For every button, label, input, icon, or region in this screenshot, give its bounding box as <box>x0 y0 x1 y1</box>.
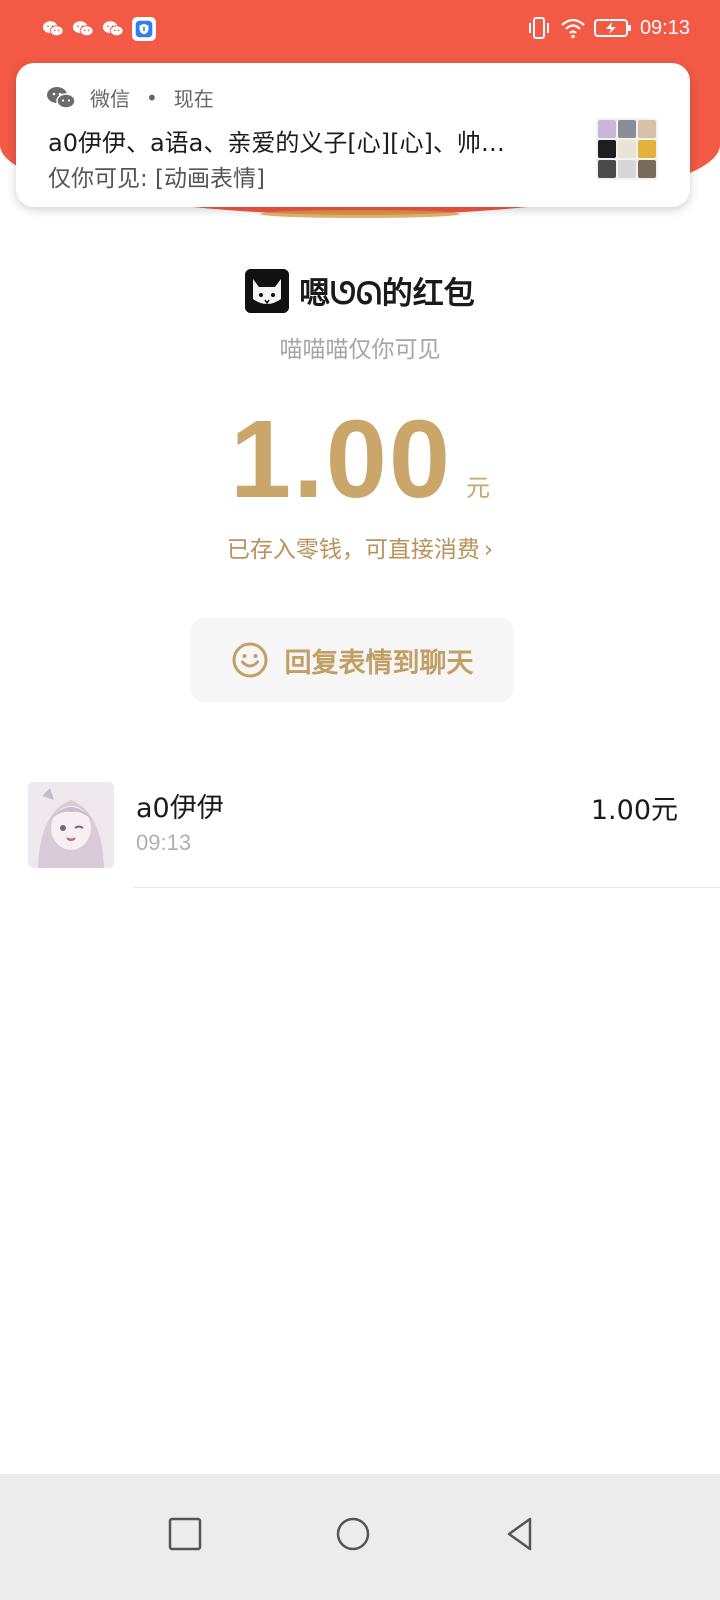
notification-separator: • <box>146 85 158 110</box>
sender-avatar[interactable] <box>245 268 290 313</box>
shield-icon <box>132 17 156 41</box>
wechat-icon <box>47 86 76 109</box>
back-button[interactable] <box>490 1504 550 1564</box>
status-left-icons <box>42 17 156 41</box>
circle-icon <box>336 1517 370 1551</box>
receiver-time: 09:13 <box>136 830 192 855</box>
status-right: 09:13 <box>526 16 690 40</box>
receiver-amount: 1.00元 <box>590 795 678 826</box>
wifi-icon <box>561 18 585 39</box>
reply-button-label: 回复表情到聊天 <box>284 647 474 679</box>
notification-title: a0伊伊、a语a、亲爱的义子[心][心]、帅… <box>48 129 505 157</box>
divider <box>134 887 720 888</box>
amount-row: 1.00 元 <box>0 405 720 515</box>
square-icon <box>168 1517 202 1551</box>
wechat-notification[interactable]: 微信 • 现在 a0伊伊、a语a、亲爱的义子[心][心]、帅… 仅你可见: [动… <box>16 63 690 207</box>
smiley-icon <box>232 642 267 678</box>
wechat-icon <box>72 21 94 37</box>
stored-text: 已存入零钱，可直接消费 <box>226 537 480 563</box>
wechat-icon <box>42 21 64 37</box>
amount-value: 1.00 <box>229 398 453 521</box>
notification-header: 微信 • 现在 <box>46 83 214 112</box>
navigation-bar <box>0 1474 720 1600</box>
triangle-back-icon <box>507 1517 532 1551</box>
wechat-icon <box>102 21 124 37</box>
home-button[interactable] <box>323 1504 383 1564</box>
status-time: 09:13 <box>639 16 690 39</box>
status-bar: 09:13 <box>0 0 720 58</box>
amount-unit: 元 <box>466 474 491 502</box>
battery-charging-icon <box>593 19 631 37</box>
recents-button[interactable] <box>155 1504 215 1564</box>
vibrate-icon <box>528 17 549 39</box>
notification-body: 仅你可见: [动画表情] <box>48 166 266 192</box>
notification-app-name: 微信 <box>90 87 130 111</box>
sender-name: 嗯ᘎᘏ的红包 <box>299 276 475 312</box>
reply-sticker-button[interactable]: 回复表情到聊天 <box>190 618 514 702</box>
receiver-name: a0伊伊 <box>136 793 224 824</box>
group-avatar-thumbnail <box>596 118 658 180</box>
receiver-avatar[interactable] <box>28 782 114 868</box>
stored-to-change-link[interactable]: 已存入零钱，可直接消费 › <box>0 530 720 564</box>
receiver-list-item[interactable]: a0伊伊 09:13 1.00元 <box>0 770 720 888</box>
sender-row: 嗯ᘎᘏ的红包 <box>0 268 720 313</box>
chevron-right-icon: › <box>483 537 494 563</box>
blessing-text: 喵喵喵仅你可见 <box>279 337 441 363</box>
notification-time: 现在 <box>173 87 214 111</box>
